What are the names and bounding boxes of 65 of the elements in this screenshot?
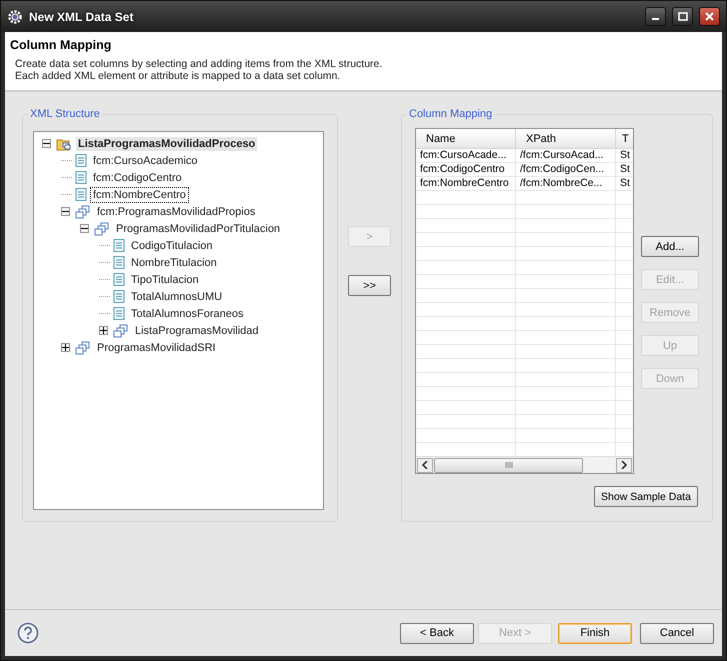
document-icon — [75, 188, 87, 201]
table-cell: St — [616, 149, 633, 162]
maximize-icon — [678, 12, 688, 21]
show-sample-data-button[interactable]: Show Sample Data — [594, 486, 698, 507]
scroll-left-icon[interactable] — [417, 458, 433, 472]
document-icon — [75, 154, 87, 167]
table-cell: St — [616, 177, 633, 190]
table-cell: fcm:CodigoCentro — [416, 163, 516, 176]
tree-item[interactable]: TipoTitulacion — [129, 272, 201, 286]
table-cell: /fcm:NombreCe... — [516, 177, 616, 190]
help-icon[interactable] — [17, 622, 39, 644]
table-cell: fcm:NombreCentro — [416, 177, 516, 190]
folder-icon — [56, 136, 72, 150]
document-icon — [113, 307, 125, 320]
tree-item[interactable]: ListaProgramasMovilidadProceso — [76, 136, 258, 150]
document-icon — [75, 171, 87, 184]
document-icon — [113, 290, 125, 303]
close-icon — [705, 12, 714, 21]
column-header[interactable]: XPath — [516, 129, 616, 148]
tree-item[interactable]: CodigoTitulacion — [129, 238, 215, 252]
collapse-icon[interactable] — [80, 224, 89, 233]
window-title: New XML Data Set — [29, 10, 134, 24]
tree-item[interactable]: fcm:ProgramasMovilidadPropios — [95, 204, 258, 218]
table-cell: /fcm:CodigoCen... — [516, 163, 616, 176]
column-header[interactable]: Name — [416, 129, 516, 148]
app-gear-icon — [7, 8, 23, 24]
horizontal-scrollbar[interactable] — [416, 456, 633, 473]
mapping-action-button[interactable]: Add... — [641, 236, 699, 257]
collapse-icon[interactable] — [61, 207, 70, 216]
tree-item[interactable]: fcm:NombreCentro — [91, 188, 188, 202]
tree-item[interactable]: fcm:CodigoCentro — [91, 170, 184, 184]
minimize-button[interactable] — [645, 7, 666, 26]
stacked-pages-icon — [113, 324, 129, 338]
table-cell: /fcm:CursoAcad... — [516, 149, 616, 162]
group-title: Column Mapping — [407, 107, 494, 121]
description-text: Each added XML element or attribute is mapped to a data set column. — [14, 70, 342, 82]
tree-item[interactable]: fcm:CursoAcademico — [91, 154, 200, 168]
scroll-right-icon[interactable] — [616, 458, 632, 472]
stacked-pages-icon — [94, 222, 110, 236]
document-icon — [113, 239, 125, 252]
column-header[interactable]: T — [616, 129, 633, 148]
wizard-button[interactable]: Cancel — [640, 622, 714, 644]
stacked-pages-icon — [75, 204, 91, 218]
wizard-button[interactable]: < Back — [400, 622, 474, 644]
tree-item[interactable]: TotalAlumnosForaneos — [129, 306, 246, 320]
page-title: Column Mapping — [10, 38, 112, 52]
table-cell: St — [616, 163, 633, 176]
expand-icon[interactable] — [99, 326, 108, 335]
close-button[interactable] — [699, 7, 720, 26]
collapse-icon[interactable] — [42, 139, 51, 148]
document-icon — [113, 256, 125, 269]
scroll-thumb[interactable] — [434, 458, 583, 472]
document-icon — [113, 273, 125, 286]
tree-item[interactable]: ProgramasMovilidadPorTitulacion — [114, 222, 282, 236]
wizard-button[interactable]: Finish — [558, 622, 632, 644]
tree-item[interactable]: ProgramasMovilidadSRI — [95, 340, 218, 354]
tree-item[interactable]: TotalAlumnosUMU — [129, 290, 224, 304]
expand-icon[interactable] — [61, 343, 70, 352]
stacked-pages-icon — [75, 340, 91, 354]
maximize-button[interactable] — [672, 7, 693, 26]
transfer-button[interactable]: >> — [348, 275, 391, 296]
tree-item[interactable]: ListaProgramasMovilidad — [133, 324, 260, 338]
table-cell: fcm:CursoAcade... — [416, 149, 516, 162]
description-text: Create data set columns by selecting and adding items from the XML structure. — [14, 58, 384, 70]
tree-item[interactable]: NombreTitulacion — [129, 256, 219, 270]
